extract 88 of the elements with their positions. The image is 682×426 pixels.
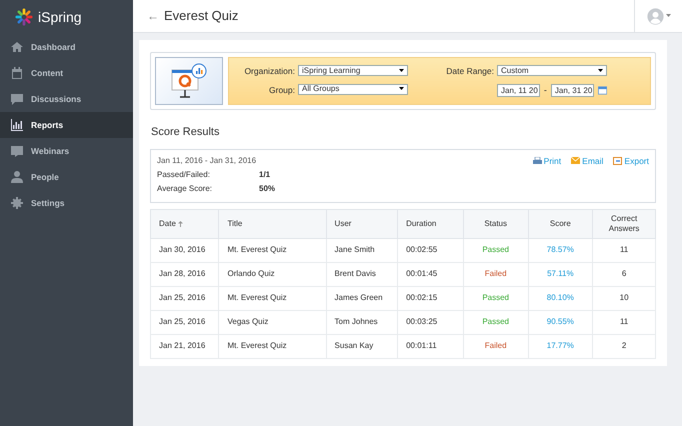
- sidebar-item[interactable]: Discussions: [0, 86, 133, 112]
- export-icon: [613, 156, 622, 165]
- sidebar-item[interactable]: Webinars: [0, 138, 133, 164]
- table-cell: Jane Smith: [326, 238, 398, 262]
- status-cell: Passed: [463, 310, 528, 334]
- table-cell: Mt. Everest Quiz: [218, 334, 326, 358]
- table-cell: Orlando Quiz: [218, 262, 326, 286]
- calendar-icon[interactable]: [598, 86, 607, 95]
- status-cell: Passed: [463, 286, 528, 310]
- chart-icon: [11, 119, 23, 131]
- action-link[interactable]: Email: [571, 154, 604, 168]
- table-cell: 11: [592, 238, 656, 262]
- back-arrow[interactable]: ←: [147, 7, 159, 25]
- table-cell: 11: [592, 310, 656, 334]
- envelope-icon: [571, 157, 580, 164]
- sidebar-item[interactable]: People: [0, 164, 133, 190]
- sidebar-item[interactable]: Reports: [0, 112, 133, 138]
- table-cell: Mt. Everest Quiz: [218, 238, 326, 262]
- end-date-field[interactable]: Jan, 31 20: [550, 84, 594, 97]
- sort-arrow-icon: [178, 220, 184, 227]
- home-icon: [11, 41, 23, 53]
- table-cell: 00:02:15: [398, 286, 464, 310]
- column-header: Score: [528, 209, 593, 238]
- column-header: Title: [218, 209, 326, 238]
- group-label: Group:: [268, 84, 295, 97]
- table-cell: Brent Davis: [326, 262, 398, 286]
- table-cell: Vegas Quiz: [218, 310, 326, 334]
- status-cell: Passed: [463, 238, 528, 262]
- table-cell: Jan 25, 2016: [150, 310, 219, 334]
- caret-icon: [399, 87, 404, 92]
- caret-icon[interactable]: [666, 14, 670, 18]
- sidebar-item[interactable]: Dashboard: [0, 34, 133, 60]
- column-header: Correct Answers: [592, 209, 656, 238]
- column-header: Duration: [398, 209, 464, 238]
- sidebar-item[interactable]: Settings: [0, 190, 133, 216]
- column-header: Status: [463, 209, 528, 238]
- passed-failed-value: 1/1: [259, 168, 272, 181]
- table-cell: Jan 21, 2016: [150, 334, 219, 358]
- action-link[interactable]: Print: [532, 154, 562, 168]
- status-cell: Failed: [463, 262, 528, 286]
- column-header: User: [326, 209, 398, 238]
- group-select[interactable]: All Groups: [298, 84, 408, 95]
- chat-icon: [11, 93, 23, 105]
- logo-icon: [15, 8, 33, 26]
- printer-icon: [532, 156, 542, 165]
- table-cell: Susan Kay: [326, 334, 398, 358]
- table-cell: 90.55%: [528, 310, 593, 334]
- table-cell: 6: [592, 262, 656, 286]
- calendar-icon: [11, 67, 23, 79]
- settings-icon: [11, 197, 23, 209]
- table-cell: 00:03:25: [398, 310, 464, 334]
- table-cell: 80.10%: [528, 286, 593, 310]
- table-cell: 78.57%: [528, 238, 593, 262]
- presentation-icon: [11, 145, 23, 157]
- date-separator: -: [544, 84, 547, 97]
- table-cell: 17.77%: [528, 334, 593, 358]
- table-cell: 00:01:45: [398, 262, 464, 286]
- caret-icon: [399, 68, 404, 72]
- sidebar-item[interactable]: Content: [0, 60, 133, 86]
- action-link[interactable]: Export: [613, 154, 649, 168]
- table-cell: James Green: [326, 286, 398, 310]
- organization-label: Organization:: [243, 65, 295, 78]
- date-period: Jan 11, 2016 - Jan 31, 2016: [157, 154, 258, 166]
- table-cell: Tom Johnes: [326, 310, 398, 334]
- table-cell: 57.11%: [528, 262, 593, 286]
- table-cell: 00:02:55: [398, 238, 464, 262]
- column-header[interactable]: Date: [150, 209, 219, 238]
- caret-icon: [598, 68, 603, 72]
- table-cell: Jan 30, 2016: [150, 238, 219, 262]
- organization-select[interactable]: iSpring Learning: [298, 65, 408, 76]
- passed-failed-label: Passed/Failed:: [157, 168, 211, 181]
- person-icon: [11, 171, 23, 183]
- table-cell: 2: [592, 334, 656, 358]
- date-range-label: Date Range:: [445, 65, 494, 78]
- status-cell: Failed: [463, 334, 528, 358]
- quiz-icon: [169, 62, 209, 100]
- table-cell: Jan 28, 2016: [150, 262, 219, 286]
- table-cell: 10: [592, 286, 656, 310]
- average-score-label: Average Score:: [157, 183, 213, 196]
- average-score-value: 50%: [259, 183, 276, 196]
- date-range-select[interactable]: Custom: [497, 65, 607, 76]
- table-cell: 00:01:11: [398, 334, 464, 358]
- table-cell: Jan 25, 2016: [150, 286, 219, 310]
- start-date-field[interactable]: Jan, 11 20: [497, 84, 540, 97]
- section-title: Score Results: [151, 125, 220, 140]
- page-title: Everest Quiz: [164, 7, 238, 26]
- logo-text: iSpring: [38, 8, 82, 27]
- table-cell: Mt. Everest Quiz: [218, 286, 326, 310]
